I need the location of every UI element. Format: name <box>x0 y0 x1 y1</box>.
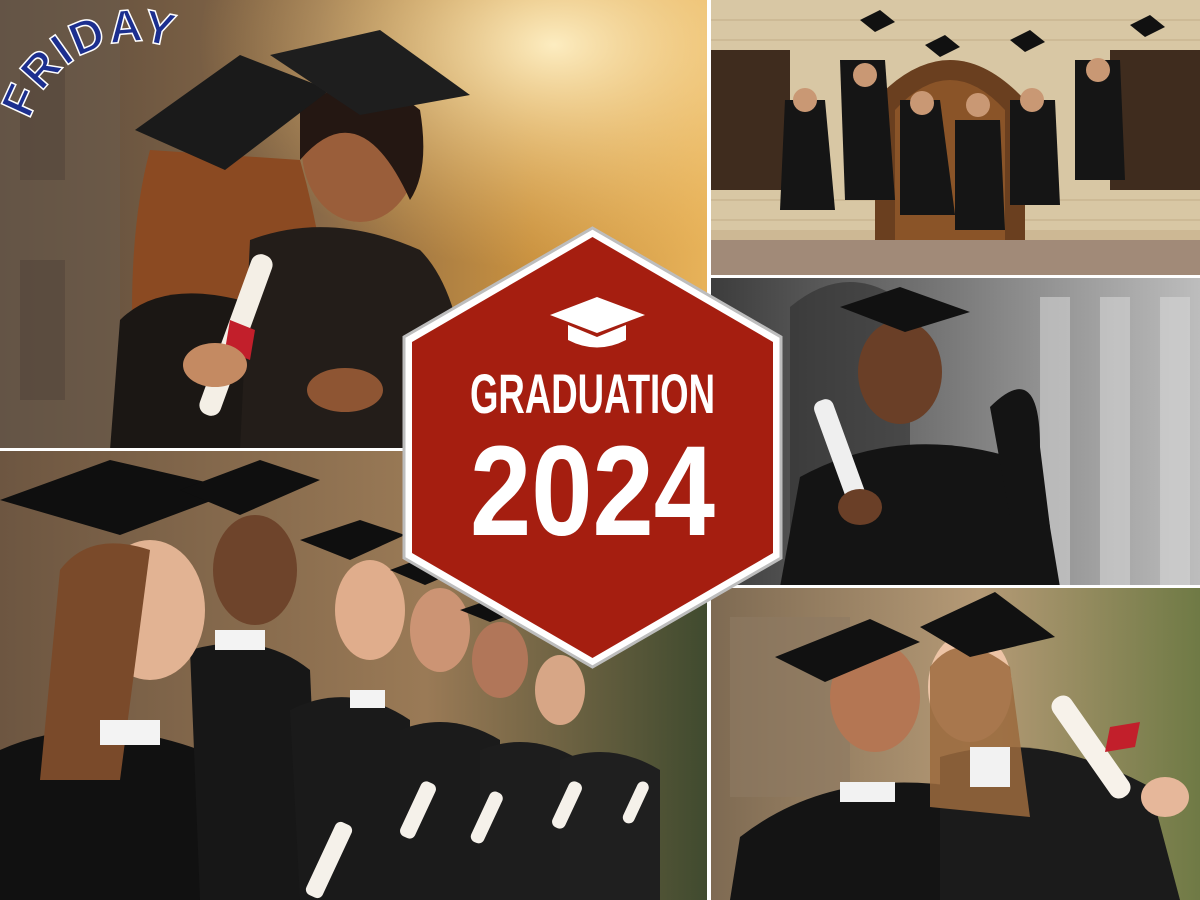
svg-text:FRIDAY: FRIDAY <box>0 0 182 124</box>
badge-title: GRADUATION <box>470 362 715 425</box>
badge-year: 2024 <box>470 420 715 563</box>
friday-label-text: FRIDAY <box>0 0 180 125</box>
graduation-badge: GRADUATION 2024 <box>400 225 785 670</box>
friday-corner-label: FRIDAY <box>0 0 260 170</box>
